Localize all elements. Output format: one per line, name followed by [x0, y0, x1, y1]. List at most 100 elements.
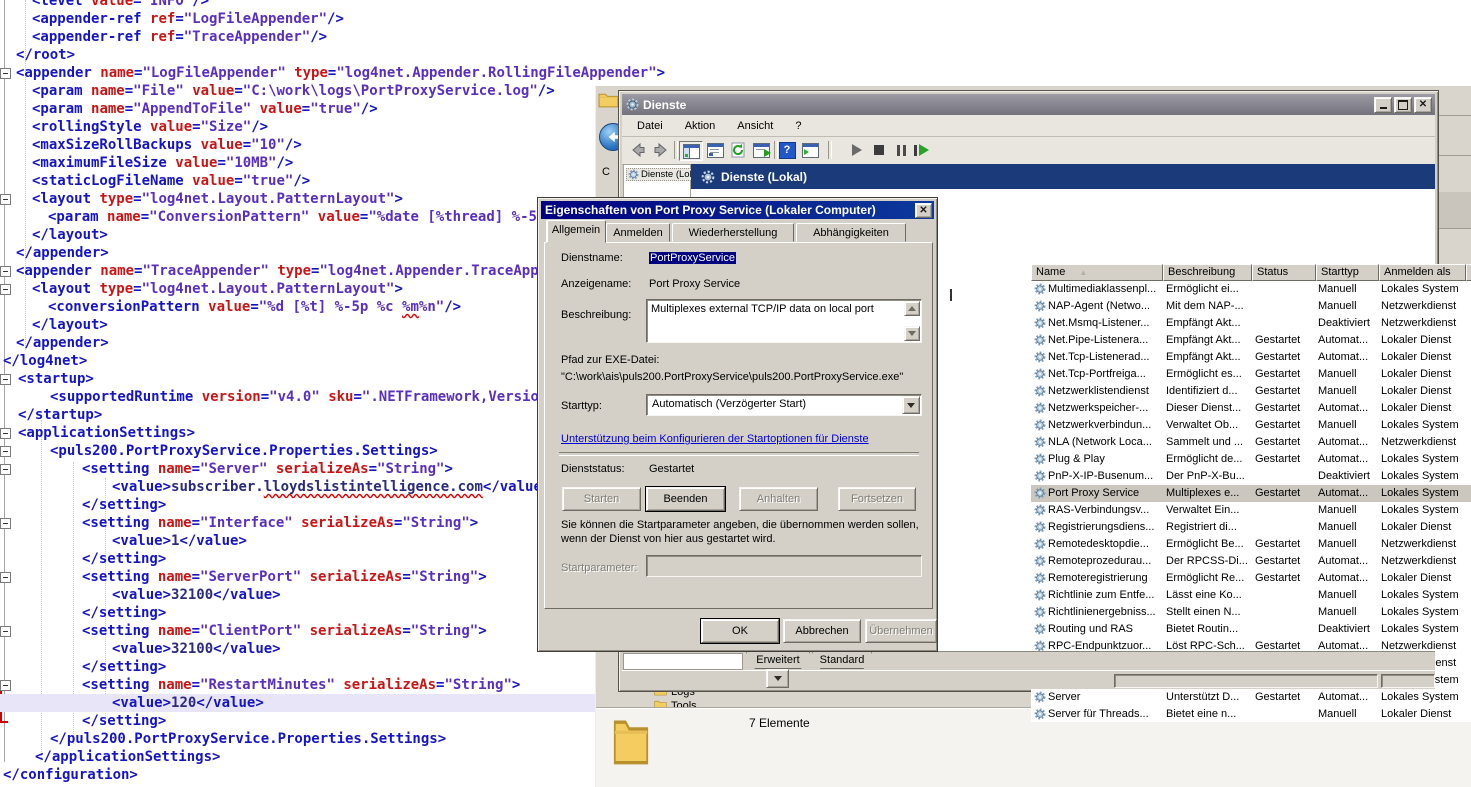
- fold-toggle-icon[interactable]: [0, 68, 11, 79]
- code-line[interactable]: <staticLogFileName value="true"/>: [32, 172, 310, 190]
- table-row[interactable]: PnP-X-IP-Busenum...Der PnP-X-Bu...Deakti…: [1031, 468, 1471, 485]
- starttyp-combobox[interactable]: Automatisch (Verzögerter Start): [646, 394, 922, 416]
- beenden-button[interactable]: Beenden: [646, 487, 725, 511]
- code-line[interactable]: <param name="ConversionPattern" value="%…: [48, 208, 537, 226]
- table-row[interactable]: Richtlinienergebniss...Stellt einen N...…: [1031, 604, 1471, 621]
- code-line[interactable]: <level value="INFO"/>: [32, 0, 209, 10]
- chevron-down-icon[interactable]: [902, 396, 920, 414]
- code-line[interactable]: <startup>: [18, 370, 94, 388]
- code-line[interactable]: </puls200.PortProxyService.Properties.Se…: [50, 730, 446, 748]
- code-line[interactable]: </log4net>: [3, 352, 87, 370]
- table-row[interactable]: ServerUnterstützt D...GestartetAutomat..…: [1031, 689, 1471, 706]
- code-line[interactable]: <value>subscriber.lloydslistintelligence…: [112, 478, 550, 496]
- code-line[interactable]: <applicationSettings>: [18, 424, 195, 442]
- code-line[interactable]: <appender name="TraceAppender" type="log…: [16, 262, 539, 280]
- code-line[interactable]: </setting>: [82, 496, 166, 514]
- column-header-Name[interactable]: Name▲: [1031, 264, 1163, 281]
- code-line[interactable]: </startup>: [18, 406, 102, 424]
- table-row[interactable]: Plug & PlayErmöglicht de...GestartetAuto…: [1031, 451, 1471, 468]
- code-line[interactable]: <value>1</value>: [112, 532, 247, 550]
- code-line[interactable]: <param name="AppendToFile" value="true"/…: [32, 100, 378, 118]
- beschreibung-textbox[interactable]: Multiplexes external TCP/IP data on loca…: [646, 299, 922, 343]
- code-line[interactable]: <value>120</value>: [112, 694, 264, 712]
- code-line[interactable]: <layout type="log4net.Layout.PatternLayo…: [32, 280, 403, 298]
- code-line[interactable]: <appender-ref ref="LogFileAppender"/>: [32, 10, 344, 28]
- splitter-mark[interactable]: [950, 289, 952, 301]
- code-line[interactable]: <setting name="Interface" serializeAs="S…: [82, 514, 478, 532]
- code-line[interactable]: <conversionPattern value="%d [%t] %-5p %…: [48, 298, 461, 316]
- dialog-close-icon[interactable]: ✕: [915, 203, 932, 218]
- tab-erweitert[interactable]: Erweitert: [746, 652, 810, 669]
- fortsetzen-button[interactable]: Fortsetzen: [838, 487, 916, 511]
- dialog-titlebar[interactable]: Eigenschaften von Port Proxy Service (Lo…: [541, 201, 934, 219]
- fold-toggle-icon[interactable]: [0, 626, 11, 637]
- help-icon[interactable]: ?: [778, 141, 796, 159]
- properties-icon[interactable]: [706, 141, 724, 159]
- folder-dropdown-button[interactable]: [766, 669, 789, 688]
- table-row[interactable]: Remotedesktopdie...Ermöglicht Be...Gesta…: [1031, 536, 1471, 553]
- column-header-Status[interactable]: Status: [1252, 264, 1316, 281]
- code-line[interactable]: </applicationSettings>: [35, 748, 220, 766]
- start-service-icon[interactable]: [848, 141, 866, 159]
- startparameter-input[interactable]: [646, 555, 922, 577]
- code-line[interactable]: </layout>: [32, 226, 108, 244]
- fold-toggle-icon[interactable]: [0, 374, 11, 385]
- services-titlebar[interactable]: Dienste ✕: [622, 94, 1435, 115]
- dialog-tab-wiederherstellung[interactable]: Wiederherstellung: [672, 223, 794, 242]
- code-line[interactable]: </appender>: [16, 244, 109, 262]
- table-row[interactable]: Net.Pipe-Listenera...Empfängt Akt...Gest…: [1031, 332, 1471, 349]
- dienstname-value[interactable]: PortProxyService: [649, 252, 736, 264]
- code-line[interactable]: <setting name="ClientPort" serializeAs="…: [82, 622, 487, 640]
- code-line[interactable]: </setting>: [82, 712, 166, 730]
- code-line[interactable]: </setting>: [82, 658, 166, 676]
- code-line[interactable]: <appender-ref ref="TraceAppender"/>: [32, 28, 327, 46]
- code-line[interactable]: </root>: [16, 46, 75, 64]
- table-row[interactable]: Port Proxy ServiceMultiplexes e...Gestar…: [1031, 485, 1471, 502]
- code-line[interactable]: </setting>: [82, 550, 166, 568]
- dialog-tab-allgemein[interactable]: Allgemein: [546, 220, 606, 243]
- dialog-tab-anmelden[interactable]: Anmelden: [606, 223, 670, 242]
- table-row[interactable]: Remoteprozedurau...Der RPCSS-Di...Gestar…: [1031, 553, 1471, 570]
- back-arrow-icon[interactable]: [629, 141, 647, 159]
- code-line[interactable]: </appender>: [16, 334, 109, 352]
- column-header-Beschreibung[interactable]: Beschreibung: [1163, 264, 1252, 281]
- abbrechen-button[interactable]: Abbrechen: [783, 619, 861, 643]
- refresh-icon[interactable]: [729, 141, 747, 159]
- code-line[interactable]: </layout>: [32, 316, 108, 334]
- dialog-tab-abhängigkeiten[interactable]: Abhängigkeiten: [796, 223, 906, 242]
- export-list-icon[interactable]: [752, 141, 770, 159]
- code-line[interactable]: <setting name="RestartMinutes" serialize…: [82, 676, 520, 694]
- table-row[interactable]: Richtlinie zum Entfe...Lässt eine Ko...M…: [1031, 587, 1471, 604]
- show-console-tree-icon[interactable]: [679, 141, 703, 161]
- anhalten-button[interactable]: Anhalten: [739, 487, 818, 511]
- scroll-down-icon[interactable]: [904, 326, 920, 341]
- fold-toggle-icon[interactable]: [0, 572, 11, 583]
- menu-item-aktion[interactable]: Aktion: [685, 120, 716, 132]
- code-line[interactable]: <setting name="ServerPort" serializeAs="…: [82, 568, 487, 586]
- close-button[interactable]: ✕: [1414, 97, 1432, 113]
- uebernehmen-button[interactable]: Übernehmen: [865, 619, 937, 643]
- code-line[interactable]: <value>32100</value>: [112, 586, 281, 604]
- code-line[interactable]: </configuration>: [3, 766, 138, 784]
- restart-service-icon[interactable]: [912, 141, 930, 159]
- fold-toggle-icon[interactable]: [0, 266, 11, 277]
- code-line[interactable]: </setting>: [82, 604, 166, 622]
- code-line[interactable]: <appender name="LogFileAppender" type="l…: [16, 64, 665, 82]
- table-row[interactable]: Multimediaklassenpl...Ermöglicht ei...Ma…: [1031, 281, 1471, 298]
- menu-item-datei[interactable]: Datei: [637, 120, 663, 132]
- startoptionen-link[interactable]: Unterstützung beim Konfigurieren der Sta…: [561, 433, 869, 445]
- column-header-Anmelden als[interactable]: Anmelden als: [1379, 264, 1466, 281]
- fold-toggle-icon[interactable]: [0, 680, 11, 691]
- column-header-Starttyp[interactable]: Starttyp: [1316, 264, 1379, 281]
- code-line[interactable]: <layout type="log4net.Layout.PatternLayo…: [32, 190, 403, 208]
- fold-toggle-icon[interactable]: [0, 518, 11, 529]
- table-row[interactable]: Netzwerkverbindun...Verwaltet Ob...Gesta…: [1031, 417, 1471, 434]
- fold-toggle-icon[interactable]: [0, 446, 11, 457]
- table-row[interactable]: RAS-Verbindungsv...Verwaltet Ein...Manue…: [1031, 502, 1471, 519]
- code-line[interactable]: <rollingStyle value="Size"/>: [32, 118, 268, 136]
- table-row[interactable]: RemoteregistrierungErmöglicht Re...Gesta…: [1031, 570, 1471, 587]
- taskpad-view-icon[interactable]: [801, 141, 819, 159]
- code-line[interactable]: <param name="File" value="C:\work\logs\P…: [32, 82, 555, 100]
- maximize-button[interactable]: [1394, 97, 1412, 113]
- table-row[interactable]: NetzwerklistendienstIdentifiziert d...Ge…: [1031, 383, 1471, 400]
